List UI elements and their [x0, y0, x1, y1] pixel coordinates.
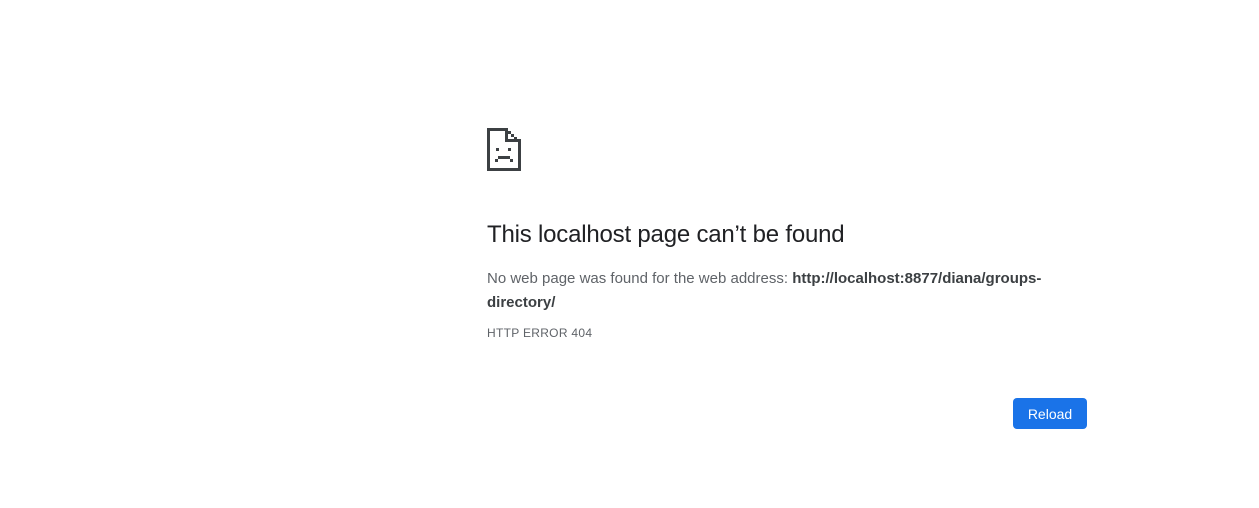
error-description-prefix: No web page was found for the web addres… [487, 270, 793, 287]
error-title: This localhost page can’t be found [487, 221, 845, 248]
error-description: No web page was found for the web addres… [487, 267, 1087, 315]
error-page-content: This localhost page can’t be found No we… [487, 128, 1087, 340]
reload-button[interactable]: Reload [1013, 398, 1087, 429]
sad-page-icon [487, 128, 521, 171]
error-code: HTTP ERROR 404 [487, 326, 593, 340]
